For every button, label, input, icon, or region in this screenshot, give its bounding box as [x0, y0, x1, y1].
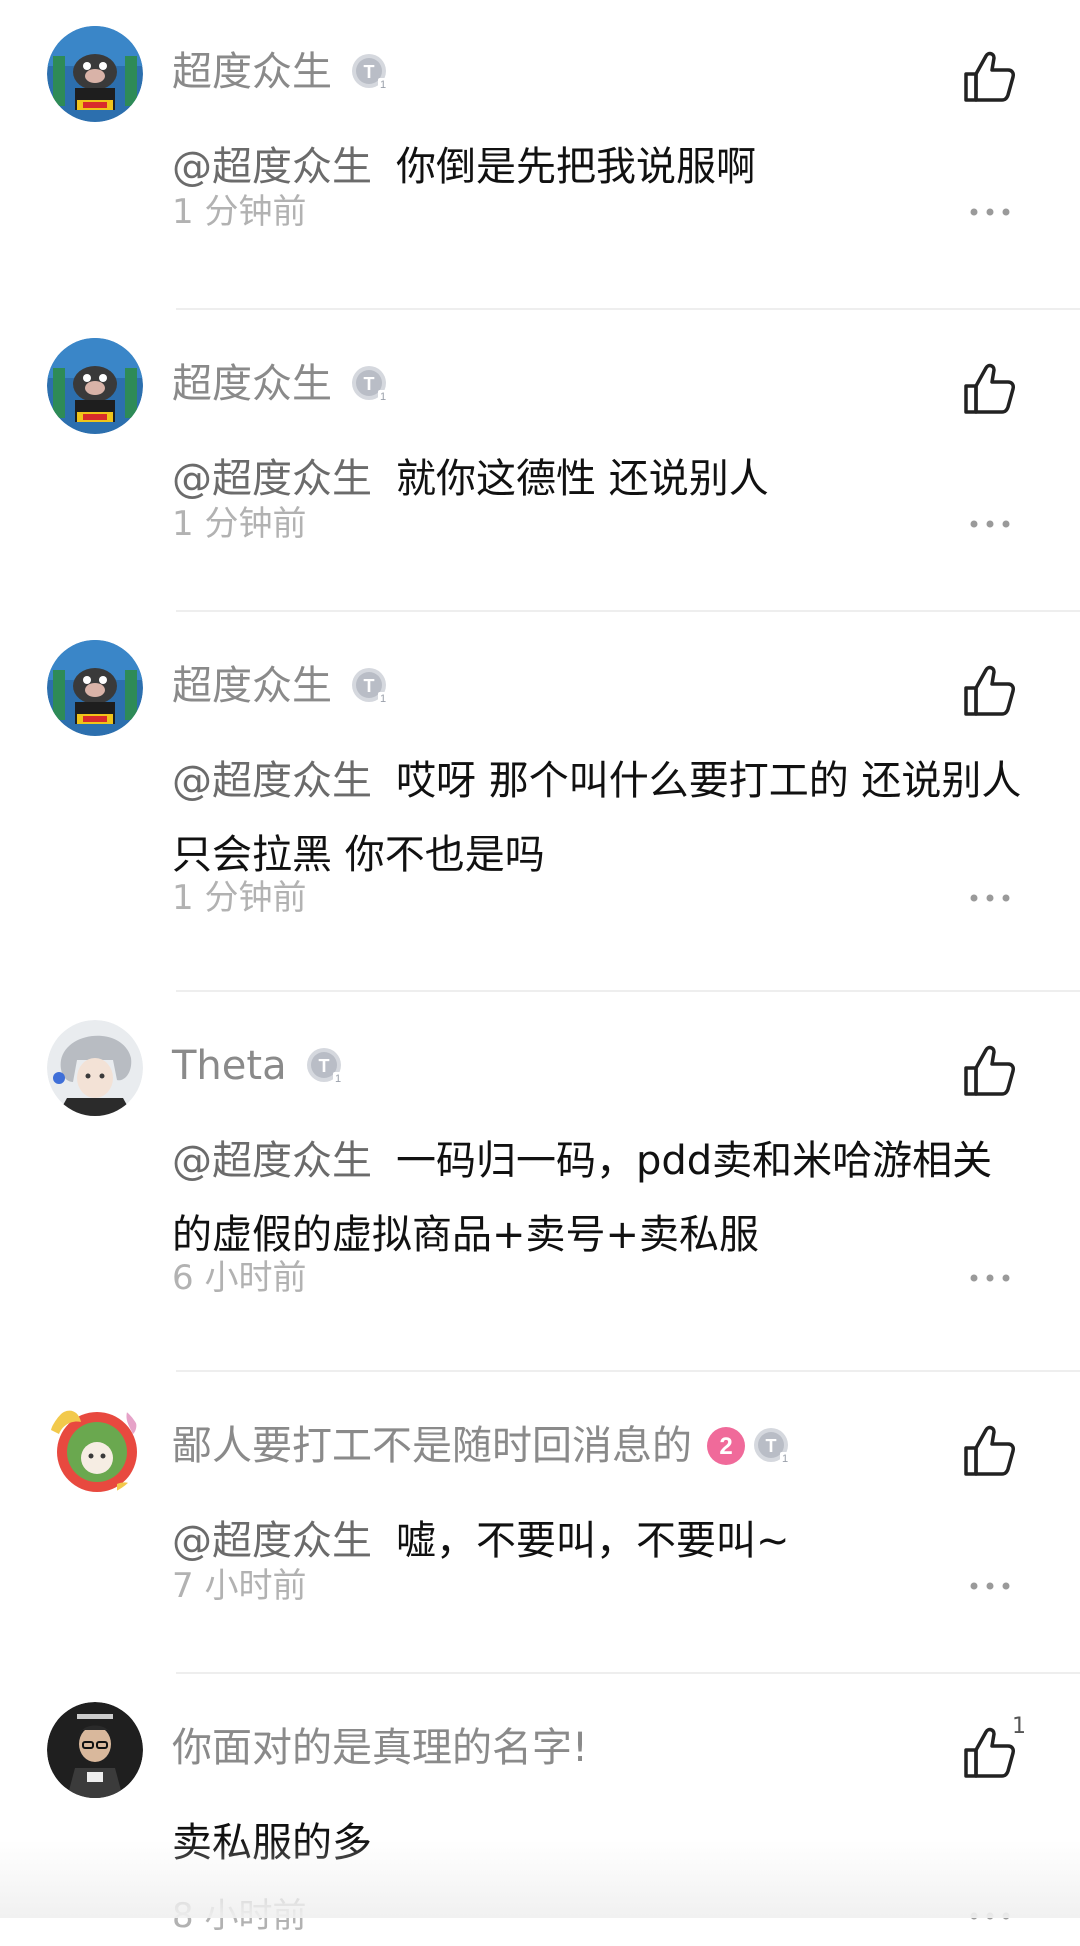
svg-text:T: T: [364, 374, 375, 394]
ellipsis-icon: [970, 208, 1010, 216]
like-button[interactable]: [960, 1422, 1020, 1482]
svg-text:1: 1: [380, 391, 386, 403]
timestamp: 8 小时前: [172, 1896, 307, 1936]
like-button[interactable]: [960, 1042, 1020, 1102]
username[interactable]: 你面对的是真理的名字!: [172, 1720, 588, 1776]
comment-meta: 1 分钟前: [172, 182, 1032, 242]
username[interactable]: Theta: [172, 1038, 287, 1094]
silver-level-badge-icon: T 1: [350, 52, 390, 92]
timestamp: 1 分钟前: [172, 878, 307, 918]
comment-meta: 6 小时前: [172, 1248, 1032, 1308]
silver-level-badge-icon: T 1: [350, 666, 390, 706]
timestamp: 1 分钟前: [172, 192, 307, 232]
mention-link[interactable]: @超度众生: [172, 758, 372, 804]
svg-text:1: 1: [380, 693, 386, 705]
thumbs-up-icon: [964, 1727, 1015, 1778]
level-number-badge-icon: 2: [706, 1426, 746, 1466]
username-row: 鄙人要打工不是随时回消息的 2 T 1: [172, 1418, 792, 1474]
username[interactable]: 鄙人要打工不是随时回消息的: [172, 1418, 692, 1474]
thumbs-up-icon: [964, 363, 1015, 414]
more-options-button[interactable]: [960, 882, 1020, 914]
more-options-button[interactable]: [960, 1900, 1020, 1932]
username-row: 超度众生 T 1: [172, 356, 390, 412]
ellipsis-icon: [970, 520, 1010, 528]
timestamp: 6 小时前: [172, 1258, 307, 1298]
timestamp: 7 小时前: [172, 1566, 307, 1606]
anime-character-avatar-icon[interactable]: [47, 1020, 143, 1116]
more-options-button[interactable]: [960, 1262, 1020, 1294]
silver-level-badge-icon: T 1: [350, 364, 390, 404]
svg-text:T: T: [318, 1056, 329, 1076]
svg-text:1: 1: [782, 1453, 788, 1465]
silver-level-badge-icon: T 1: [752, 1426, 792, 1466]
like-button[interactable]: [960, 662, 1020, 722]
comment-text: 卖私服的多: [172, 1806, 1032, 1880]
ellipsis-icon: [970, 1274, 1010, 1282]
teacher-avatar-icon[interactable]: [47, 1702, 143, 1798]
more-options-button[interactable]: [960, 508, 1020, 540]
like-button[interactable]: [960, 48, 1020, 108]
divider: [176, 1672, 1080, 1674]
divider: [176, 990, 1080, 992]
thumbs-up-icon: [964, 665, 1015, 716]
divider: [176, 308, 1080, 310]
anime-girl-avatar-icon[interactable]: [47, 1400, 143, 1496]
svg-text:1: 1: [380, 79, 386, 91]
username-row: 超度众生 T 1: [172, 44, 390, 100]
pig-avatar-icon[interactable]: [47, 338, 143, 434]
more-options-button[interactable]: [960, 1570, 1020, 1602]
timestamp: 1 分钟前: [172, 504, 307, 544]
comment-meta: 7 小时前: [172, 1556, 1032, 1616]
username-row: 超度众生 T 1: [172, 658, 390, 714]
pig-avatar-icon[interactable]: [47, 640, 143, 736]
ellipsis-icon: [970, 894, 1010, 902]
svg-text:T: T: [364, 62, 375, 82]
ellipsis-icon: [970, 1912, 1010, 1920]
thumbs-up-icon: [964, 1045, 1015, 1096]
silver-level-badge-icon: T 1: [305, 1046, 345, 1086]
like-button[interactable]: [960, 1724, 1020, 1784]
username-row: 你面对的是真理的名字!: [172, 1720, 588, 1776]
username-row: Theta T 1: [172, 1038, 345, 1094]
like-count: 1: [1012, 1714, 1026, 1739]
divider: [176, 1370, 1080, 1372]
comment-body: 卖私服的多: [172, 1820, 372, 1866]
ellipsis-icon: [970, 1582, 1010, 1590]
svg-text:1: 1: [335, 1073, 341, 1085]
thumbs-up-icon: [964, 1425, 1015, 1476]
username[interactable]: 超度众生: [172, 44, 332, 100]
username[interactable]: 超度众生: [172, 658, 332, 714]
comment-meta: 1 分钟前: [172, 494, 1032, 554]
comment-meta: 8 小时前: [172, 1886, 1032, 1946]
username[interactable]: 超度众生: [172, 356, 332, 412]
divider: [176, 610, 1080, 612]
pig-avatar-icon[interactable]: [47, 26, 143, 122]
more-options-button[interactable]: [960, 196, 1020, 228]
comment-meta: 1 分钟前: [172, 868, 1032, 928]
like-button[interactable]: [960, 360, 1020, 420]
mention-link[interactable]: @超度众生: [172, 1138, 372, 1184]
svg-text:T: T: [766, 1436, 777, 1456]
level-number: 2: [719, 1433, 732, 1460]
thumbs-up-icon: [964, 51, 1015, 102]
svg-text:T: T: [364, 676, 375, 696]
